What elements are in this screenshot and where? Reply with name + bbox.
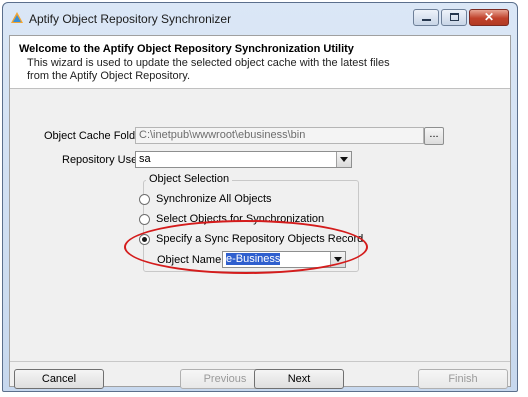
maximize-button[interactable] (441, 9, 467, 26)
wizard-header: Welcome to the Aptify Object Repository … (10, 36, 510, 89)
object-selection-title: Object Selection (146, 173, 233, 185)
repository-user-label: Repository User (62, 154, 141, 166)
repository-user-value: sa (139, 153, 151, 165)
radio-button[interactable] (139, 193, 150, 205)
maximize-icon (450, 13, 459, 21)
wizard-title: Welcome to the Aptify Object Repository … (19, 43, 354, 55)
chevron-down-icon[interactable] (336, 152, 351, 167)
repository-user-dropdown[interactable]: sa (135, 151, 352, 168)
caption-buttons: ✕ (413, 9, 509, 26)
finish-button[interactable]: Finish (418, 369, 508, 389)
browse-button[interactable]: ... (424, 127, 444, 145)
wizard-client-area: Welcome to the Aptify Object Repository … (9, 35, 511, 389)
wizard-description: This wizard is used to update the select… (27, 57, 390, 82)
minimize-button[interactable] (413, 9, 439, 26)
footer-divider (10, 361, 510, 362)
minimize-icon (422, 19, 431, 21)
radio-sync-all[interactable]: Synchronize All Objects (139, 193, 272, 205)
cache-folder-field[interactable]: C:\inetpub\wwwroot\ebusiness\bin (135, 127, 424, 144)
cache-folder-label: Object Cache Folder (44, 130, 145, 142)
window-title: Aptify Object Repository Synchronizer (29, 12, 232, 26)
app-window: Aptify Object Repository Synchronizer ✕ … (2, 2, 518, 392)
radio-button[interactable] (139, 213, 150, 225)
title-bar[interactable]: Aptify Object Repository Synchronizer ✕ (3, 3, 517, 33)
app-logo-icon (11, 12, 23, 23)
radio-label: Synchronize All Objects (156, 193, 272, 205)
red-annotation-ellipse (124, 220, 368, 274)
next-button[interactable]: Next (254, 369, 344, 389)
close-button[interactable]: ✕ (469, 9, 509, 26)
cancel-button[interactable]: Cancel (14, 369, 104, 389)
close-icon: ✕ (483, 10, 495, 24)
